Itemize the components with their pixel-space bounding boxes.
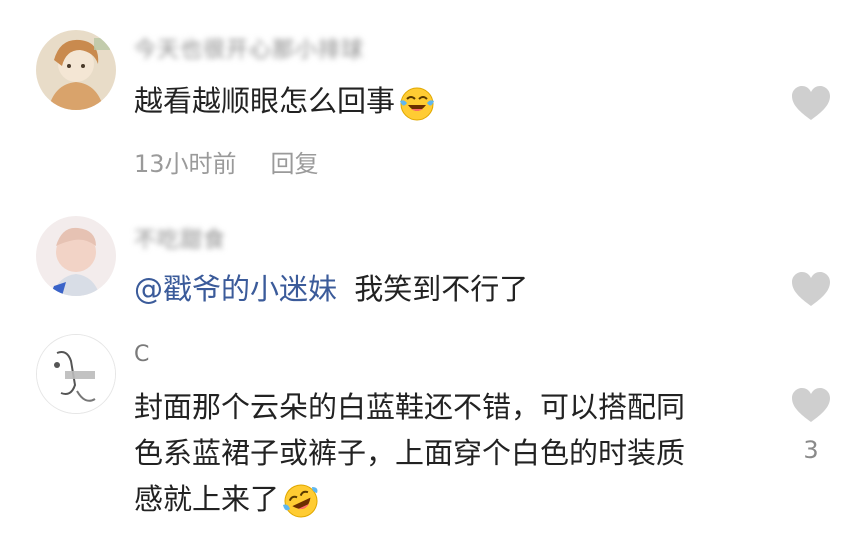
comment-text: 封面那个云朵的白蓝鞋还不错，可以搭配同 色系蓝裙子或裤子，上面穿个白色的时装质 … xyxy=(134,384,685,522)
comment-item: 今天也很开心那小排球 越看越顺眼怎么回事 13小时前 回复 xyxy=(0,0,864,200)
username[interactable]: 不吃甜食 xyxy=(134,222,226,254)
comment-text-line: 封面那个云朵的白蓝鞋还不错，可以搭配同 xyxy=(134,390,686,424)
comment-meta: 13小时前 回复 xyxy=(134,144,319,179)
like-count: 3 xyxy=(803,436,819,464)
username[interactable]: C xyxy=(134,342,149,367)
avatar[interactable] xyxy=(36,216,116,296)
avatar-image xyxy=(37,335,115,413)
comment-list: 今天也很开心那小排球 越看越顺眼怎么回事 13小时前 回复 不吃甜食 @戳爷的小… xyxy=(0,0,864,542)
comment-text-content: 越看越顺眼怎么回事 xyxy=(134,84,396,118)
mention-link[interactable]: @戳爷的小迷妹 xyxy=(134,272,337,306)
comment-text-line: 色系蓝裙子或裤子，上面穿个白色的时装质 xyxy=(134,436,686,470)
avatar-image xyxy=(36,216,116,296)
avatar[interactable] xyxy=(36,334,116,414)
reply-button[interactable]: 回复 xyxy=(271,150,319,178)
comment-text: 越看越顺眼怎么回事 xyxy=(134,78,437,124)
avatar-image xyxy=(36,30,116,110)
comment-text-content: 感就上来了 xyxy=(134,482,280,516)
comment-item: C 封面那个云朵的白蓝鞋还不错，可以搭配同 色系蓝裙子或裤子，上面穿个白色的时装… xyxy=(0,330,864,542)
comment-item: 不吃甜食 @戳爷的小迷妹 我笑到不行了 xyxy=(0,200,864,330)
comment-time: 13小时前 xyxy=(134,150,237,178)
comment-text-content: 我笑到不行了 xyxy=(354,272,529,306)
avatar[interactable] xyxy=(36,30,116,110)
heart-icon[interactable] xyxy=(790,386,832,424)
comment-text-line-last: 感就上来了 xyxy=(134,476,685,522)
username[interactable]: 今天也很开心那小排球 xyxy=(134,32,364,64)
crying-laughing-emoji-icon xyxy=(397,83,437,123)
heart-icon[interactable] xyxy=(790,270,832,308)
comment-text: @戳爷的小迷妹 我笑到不行了 xyxy=(134,266,528,312)
heart-icon[interactable] xyxy=(790,84,832,122)
rolling-laughing-emoji-icon xyxy=(281,481,321,521)
